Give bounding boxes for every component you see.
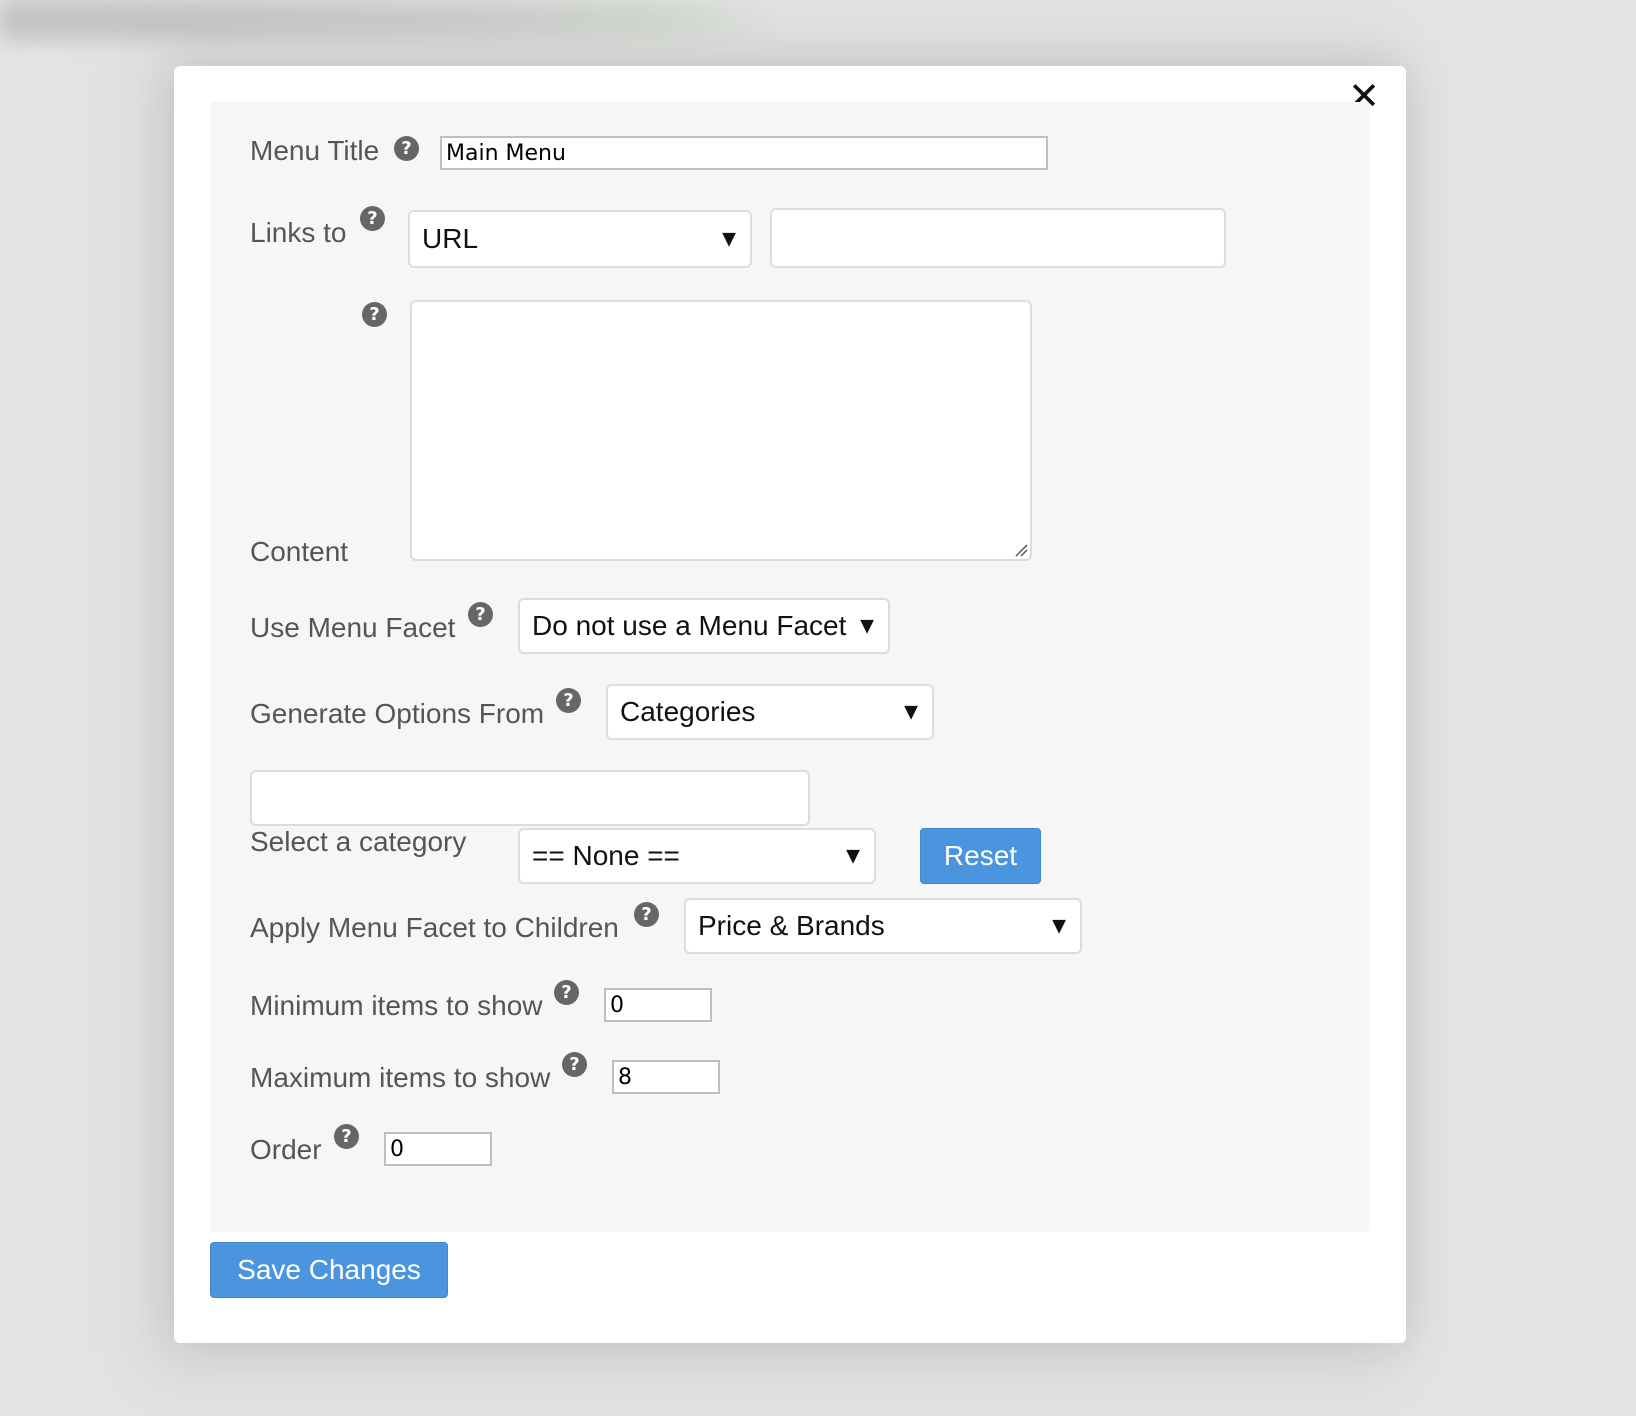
generate-options-selected-value: Categories — [620, 696, 756, 727]
resize-grip-icon[interactable] — [1014, 543, 1028, 557]
min-items-input[interactable] — [604, 988, 712, 1022]
reset-button[interactable]: Reset — [920, 828, 1041, 884]
chevron-down-icon: ▼ — [722, 228, 736, 250]
select-category-select[interactable]: == None == ▼ — [518, 828, 876, 884]
chevron-down-icon: ▼ — [904, 701, 918, 723]
chevron-down-icon: ▼ — [860, 615, 874, 637]
order-input[interactable] — [384, 1132, 492, 1166]
help-icon[interactable]: ? — [634, 902, 659, 927]
save-changes-button[interactable]: Save Changes — [210, 1242, 448, 1298]
menu-title-label: Menu Title — [250, 135, 380, 166]
select-category-label: Select a category — [250, 826, 467, 857]
generate-options-select[interactable]: Categories ▼ — [606, 684, 934, 740]
content-label: Content — [250, 536, 349, 567]
use-menu-facet-selected-value: Do not use a Menu Facet — [532, 610, 847, 641]
apply-menu-facet-label: Apply Menu Facet to Children — [250, 912, 619, 943]
min-items-label: Minimum items to show — [250, 990, 543, 1021]
chevron-down-icon: ▼ — [1052, 915, 1066, 937]
help-icon[interactable]: ? — [554, 980, 579, 1005]
apply-menu-facet-selected-value: Price & Brands — [698, 910, 885, 941]
links-to-label: Links to — [250, 217, 347, 248]
generate-options-label: Generate Options From — [250, 698, 545, 729]
links-to-selected-value: URL — [422, 223, 479, 254]
use-menu-facet-label: Use Menu Facet — [250, 612, 456, 643]
help-icon[interactable]: ? — [360, 206, 385, 231]
form-panel: Menu Title ? Links to ? URL ▼ ? Content … — [210, 102, 1370, 1232]
order-label: Order — [250, 1134, 322, 1165]
max-items-label: Maximum items to show — [250, 1062, 551, 1093]
menu-title-input[interactable] — [440, 136, 1048, 170]
links-to-url-input[interactable] — [770, 208, 1226, 268]
help-icon[interactable]: ? — [468, 602, 493, 627]
help-icon[interactable]: ? — [562, 1052, 587, 1077]
use-menu-facet-select[interactable]: Do not use a Menu Facet ▼ — [518, 598, 890, 654]
help-icon[interactable]: ? — [362, 302, 387, 327]
edit-menu-modal: ✕ Menu Title ? Links to ? URL ▼ ? Conten… — [174, 66, 1406, 1343]
backdrop-page-blur — [0, 0, 780, 40]
apply-menu-facet-select[interactable]: Price & Brands ▼ — [684, 898, 1082, 954]
chevron-down-icon: ▼ — [846, 845, 860, 867]
links-to-select[interactable]: URL ▼ — [408, 210, 752, 268]
max-items-input[interactable] — [612, 1060, 720, 1094]
content-textarea[interactable] — [410, 300, 1032, 561]
help-icon[interactable]: ? — [556, 688, 581, 713]
help-icon[interactable]: ? — [334, 1124, 359, 1149]
help-icon[interactable]: ? — [394, 136, 419, 161]
category-search-input[interactable] — [250, 770, 810, 826]
select-category-selected-value: == None == — [532, 840, 680, 871]
